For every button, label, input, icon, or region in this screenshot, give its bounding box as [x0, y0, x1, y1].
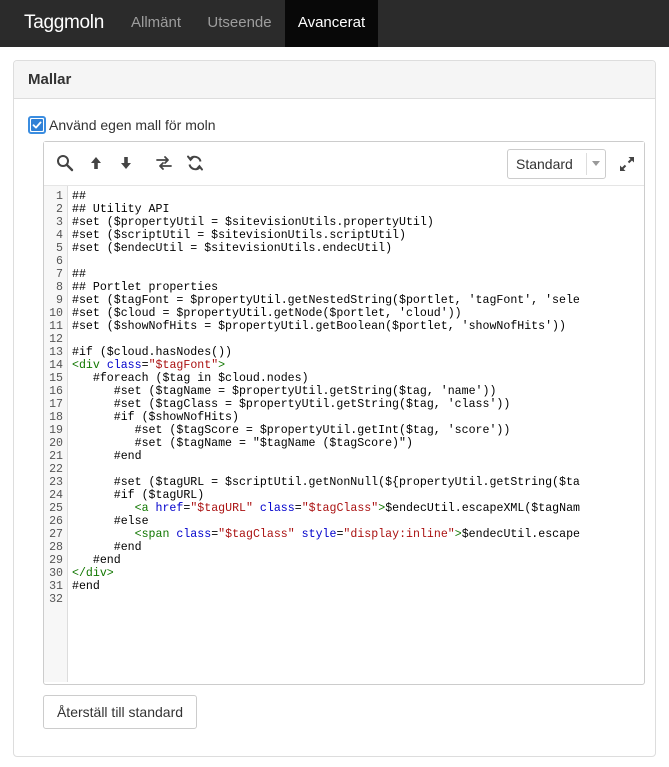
line-number: 11	[49, 320, 63, 333]
select-divider	[586, 153, 587, 175]
code-line: #end	[72, 450, 142, 463]
code-line: #set ($scriptUtil = $sitevisionUtils.scr…	[72, 229, 406, 242]
panel-heading: Mallar	[14, 61, 655, 99]
line-number: 8	[56, 281, 63, 294]
line-number: 9	[56, 294, 63, 307]
custom-template-label[interactable]: Använd egen mall för moln	[49, 117, 216, 134]
line-number: 12	[49, 333, 63, 346]
code-line: #if ($showNofHits)	[72, 411, 239, 424]
line-number: 24	[49, 489, 63, 502]
code-line: <a href="$tagURL" class="$tagClass">$end…	[134, 502, 580, 515]
arrow-down-icon[interactable]	[117, 154, 135, 172]
line-number: 2	[56, 203, 63, 216]
line-number: 5	[56, 242, 63, 255]
line-number: 32	[49, 593, 63, 606]
tab-avancerat[interactable]: Avancerat	[285, 0, 378, 47]
line-number: 4	[56, 229, 63, 242]
line-number: 13	[49, 346, 63, 359]
line-number: 18	[49, 411, 63, 424]
line-number: 30	[49, 567, 63, 580]
code-line: #set ($tagClass = $propertyUtil.getStrin…	[72, 398, 511, 411]
code-line: #set ($propertyUtil = $sitevisionUtils.p…	[72, 216, 434, 229]
line-number: 16	[49, 385, 63, 398]
line-number: 27	[49, 528, 63, 541]
code-line: <div class="$tagFont">	[72, 359, 226, 372]
line-number: 23	[49, 476, 63, 489]
code-line: #end	[72, 580, 100, 593]
code-line: #if ($tagURL)	[72, 489, 205, 502]
code-line: #set ($endecUtil = $sitevisionUtils.ende…	[72, 242, 393, 255]
line-number: 22	[49, 463, 63, 476]
top-navbar: Taggmoln Allmänt Utseende Avancerat	[0, 0, 669, 47]
code-line: #set ($showNofHits = $propertyUtil.getBo…	[72, 320, 566, 333]
line-number: 1	[56, 190, 63, 203]
code-line: #else	[72, 515, 149, 528]
code-line: ##	[72, 190, 86, 203]
code-area[interactable]: 1 2 3 4 5 6 7 8 9 10 11 12 13 14 15 16 17 18 19 20 21 22 23 24 2…	[44, 186, 644, 682]
panel-title: Mallar	[28, 71, 72, 88]
templates-panel: Mallar Använd egen mall för moln Standar…	[13, 60, 656, 757]
tab-allmant[interactable]: Allmänt	[118, 0, 194, 47]
fullscreen-icon[interactable]	[618, 155, 636, 173]
code-line: ## Utility API	[72, 203, 170, 216]
replace-icon[interactable]	[155, 154, 173, 172]
line-number: 25	[49, 502, 63, 515]
line-number: 31	[49, 580, 63, 593]
line-number: 6	[56, 255, 63, 268]
code-line: #set ($cloud = $propertyUtil.getNode($po…	[72, 307, 462, 320]
code-line: ##	[72, 268, 86, 281]
code-line: ## Portlet properties	[72, 281, 219, 294]
checkmark-icon	[31, 119, 43, 131]
refresh-icon[interactable]	[186, 154, 204, 172]
code-line: #end	[72, 541, 142, 554]
code-line: #end	[72, 554, 121, 567]
code-line: <span class="$tagClass" style="display:i…	[134, 528, 580, 541]
line-number: 7	[56, 268, 63, 281]
theme-select-value: Standard	[516, 156, 573, 172]
code-line: #foreach ($tag in $cloud.nodes)	[72, 372, 309, 385]
line-number: 21	[49, 450, 63, 463]
theme-select[interactable]: Standard	[507, 149, 606, 179]
code-line: #set ($tagScore = $propertyUtil.getInt($…	[72, 424, 511, 437]
line-number: 19	[49, 424, 63, 437]
line-number: 17	[49, 398, 63, 411]
reset-to-default-button[interactable]: Återställ till standard	[43, 695, 197, 729]
code-editor: Standard 1 2 3 4 5 6 7 8 9 10 11 12 13 14 15 16 17 18 19 20…	[43, 141, 645, 685]
code-line: #set ($tagFont = $propertyUtil.getNested…	[72, 294, 580, 307]
line-number-gutter: 1 2 3 4 5 6 7 8 9 10 11 12 13 14 15 16 17 18 19 20 21 22 23 24 2…	[44, 186, 68, 682]
line-number: 29	[49, 554, 63, 567]
code-line: #set ($tagName = "$tagName ($tagScore)")	[72, 437, 413, 450]
line-number: 28	[49, 541, 63, 554]
code-line: #set ($tagName = $propertyUtil.getString…	[72, 385, 497, 398]
custom-template-checkbox[interactable]	[28, 116, 46, 134]
line-number: 20	[49, 437, 63, 450]
code-line: #if ($cloud.hasNodes())	[72, 346, 233, 359]
chevron-down-icon	[592, 161, 600, 166]
line-number: 10	[49, 307, 63, 320]
app-brand: Taggmoln	[24, 12, 104, 33]
line-number: 14	[49, 359, 63, 372]
line-number: 26	[49, 515, 63, 528]
line-number: 3	[56, 216, 63, 229]
code-line: </div>	[72, 567, 114, 580]
editor-toolbar: Standard	[44, 142, 644, 186]
search-icon[interactable]	[56, 154, 74, 172]
arrow-up-icon[interactable]	[87, 154, 105, 172]
line-number: 15	[49, 372, 63, 385]
code-line: #set ($tagURL = $scriptUtil.getNonNull($…	[72, 476, 580, 489]
tab-utseende[interactable]: Utseende	[196, 0, 283, 47]
